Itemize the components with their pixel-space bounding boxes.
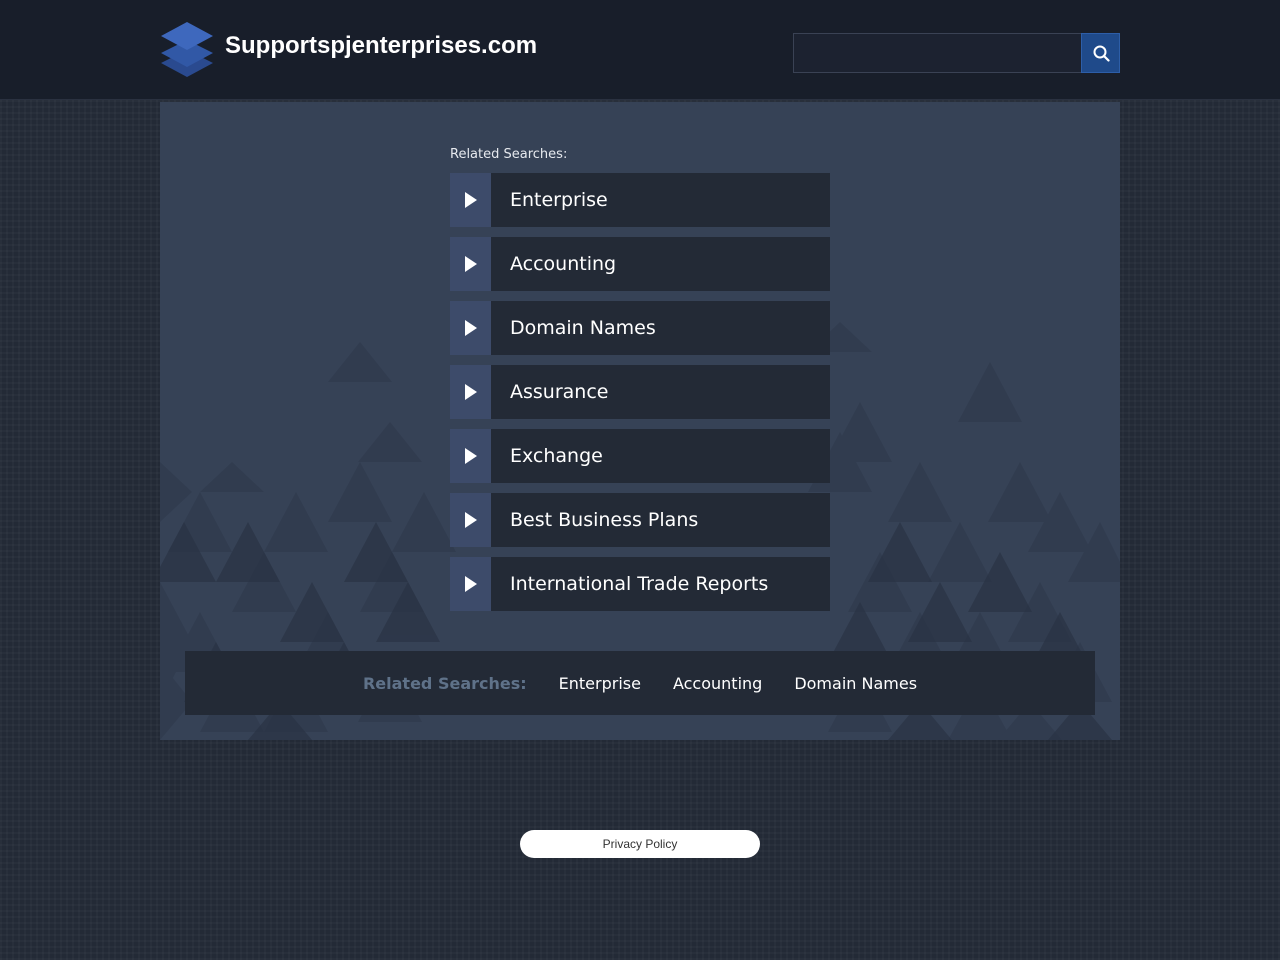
related-link-label[interactable]: Accounting xyxy=(491,237,830,291)
play-arrow-icon xyxy=(450,237,491,291)
play-arrow-icon xyxy=(450,365,491,419)
play-arrow-icon xyxy=(450,301,491,355)
related-link-label[interactable]: Assurance xyxy=(491,365,830,419)
related-link-exchange[interactable]: Exchange xyxy=(450,429,830,483)
content-panel: Related Searches: Enterprise Accounting … xyxy=(160,102,1120,740)
related-link-best-business-plans[interactable]: Best Business Plans xyxy=(450,493,830,547)
play-arrow-icon xyxy=(450,493,491,547)
related-link-assurance[interactable]: Assurance xyxy=(450,365,830,419)
related-link-international-trade-reports[interactable]: International Trade Reports xyxy=(450,557,830,611)
play-arrow-icon xyxy=(450,557,491,611)
related-searches-heading: Related Searches: xyxy=(450,147,568,162)
related-link-label[interactable]: Exchange xyxy=(491,429,830,483)
site-title[interactable]: Supportspjenterprises.com xyxy=(225,32,537,60)
related-link-label[interactable]: Domain Names xyxy=(491,301,830,355)
footer-link-domain-names[interactable]: Domain Names xyxy=(794,674,917,693)
search-icon xyxy=(1093,45,1110,62)
footer-related-heading: Related Searches: xyxy=(362,673,527,693)
play-arrow-icon xyxy=(450,173,491,227)
related-link-label[interactable]: Best Business Plans xyxy=(491,493,830,547)
related-link-accounting[interactable]: Accounting xyxy=(450,237,830,291)
search-input[interactable] xyxy=(793,33,1082,73)
play-arrow-icon xyxy=(450,429,491,483)
related-links-list: Enterprise Accounting Domain Names Assur… xyxy=(450,173,830,621)
stacked-layers-icon[interactable] xyxy=(160,20,214,82)
related-link-label[interactable]: Enterprise xyxy=(491,173,830,227)
header: Supportspjenterprises.com xyxy=(0,0,1280,100)
related-link-domain-names[interactable]: Domain Names xyxy=(450,301,830,355)
footer-related-searches-bar: Related Searches: Enterprise Accounting … xyxy=(185,651,1095,715)
privacy-policy-link[interactable]: Privacy Policy xyxy=(520,830,760,858)
search-button[interactable] xyxy=(1081,33,1120,73)
related-link-label[interactable]: International Trade Reports xyxy=(491,557,830,611)
footer-link-accounting[interactable]: Accounting xyxy=(673,674,762,693)
footer-link-enterprise[interactable]: Enterprise xyxy=(559,674,641,693)
related-link-enterprise[interactable]: Enterprise xyxy=(450,173,830,227)
